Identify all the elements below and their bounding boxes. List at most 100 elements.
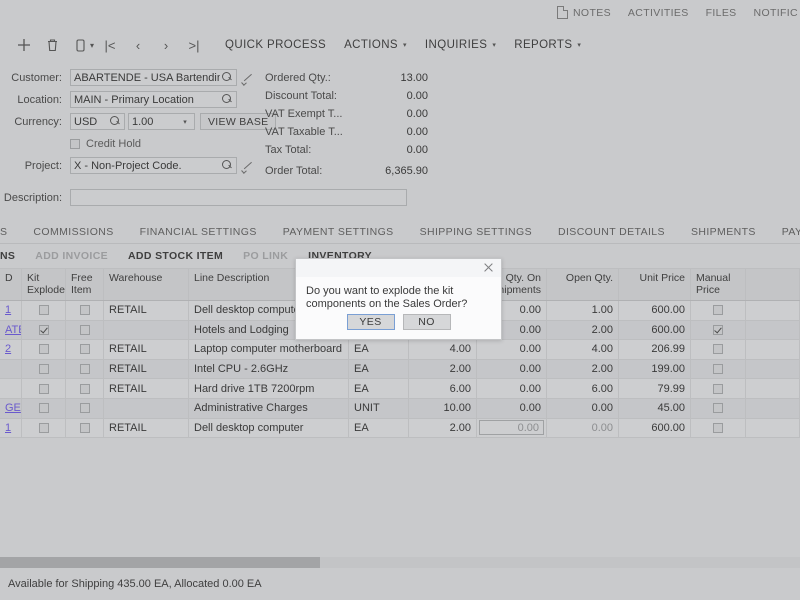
delete-record-button[interactable] (38, 31, 66, 59)
cell-spacer[interactable] (746, 320, 800, 340)
cell-qty-on-shipments[interactable]: 0.00 (477, 379, 547, 398)
search-icon[interactable] (222, 160, 233, 171)
table-row[interactable]: 2 RETAIL Laptop computer motherboard EA 4.00… (0, 340, 800, 360)
column-header-warehouse[interactable]: Warehouse (104, 269, 189, 300)
kit-exploded-checkbox[interactable] (38, 403, 49, 414)
tab-commissions[interactable]: COMMISSIONS (20, 226, 126, 238)
cell-manual-price[interactable] (691, 320, 746, 340)
first-record-button[interactable]: |< (96, 31, 124, 59)
cell-quantity[interactable]: 4.00 (409, 340, 477, 359)
cell-warehouse[interactable]: RETAIL (104, 359, 189, 379)
last-record-button[interactable]: >| (180, 31, 208, 59)
edit-pencil-icon[interactable] (242, 160, 254, 172)
cell-manual-price[interactable] (691, 301, 746, 320)
tab-discount-details[interactable]: DISCOUNT DETAILS (545, 226, 678, 238)
edit-pencil-icon[interactable] (242, 72, 254, 84)
cell-unit-price[interactable]: 600.00 (619, 320, 691, 340)
cell-free-item[interactable] (66, 359, 104, 379)
search-icon[interactable] (110, 116, 121, 127)
no-button[interactable]: NO (402, 314, 451, 331)
cell-free-item[interactable] (66, 418, 104, 438)
cell-kit-exploded[interactable] (22, 320, 66, 340)
cell-spacer[interactable] (746, 418, 800, 438)
add-record-button[interactable] (10, 31, 38, 59)
cell-inventory-id[interactable] (0, 379, 22, 398)
cell-inventory-id[interactable] (0, 359, 22, 379)
copy-dropdown-caret-icon[interactable]: ▾ (90, 41, 94, 50)
currency-code-input[interactable]: USD (70, 113, 125, 130)
tab-shipments[interactable]: SHIPMENTS (678, 226, 769, 238)
cell-unit-price[interactable]: 199.00 (619, 359, 691, 379)
tab-financial-settings[interactable]: FINANCIAL SETTINGS (127, 226, 270, 238)
cell-line-description[interactable]: Intel CPU - 2.6GHz (189, 359, 349, 379)
cell-kit-exploded[interactable] (22, 340, 66, 359)
cell-manual-price[interactable] (691, 398, 746, 418)
free-item-checkbox[interactable] (79, 403, 90, 414)
activities-link[interactable]: ACTIVITIES (628, 7, 689, 19)
free-item-checkbox[interactable] (79, 383, 90, 394)
notes-link[interactable]: NOTES (557, 6, 611, 19)
cell-warehouse[interactable] (104, 320, 189, 340)
cell-kit-exploded[interactable] (22, 418, 66, 438)
cell-manual-price[interactable] (691, 340, 746, 359)
tab-payments[interactable]: PAYMENTS (769, 226, 800, 238)
cell-qty-on-shipments[interactable]: 0.00 (477, 340, 547, 359)
cell-open-qty[interactable]: 0.00 (547, 398, 619, 418)
reports-menu[interactable]: REPORTS ▾ (505, 39, 590, 51)
tab-s[interactable]: S (0, 226, 20, 238)
tab-shipping-settings[interactable]: SHIPPING SETTINGS (407, 226, 545, 238)
column-header-manual-price[interactable]: Manual Price (691, 269, 746, 300)
cell-unit-price[interactable]: 600.00 (619, 301, 691, 320)
cell-inventory-id[interactable]: 1 (0, 301, 22, 320)
cell-spacer[interactable] (746, 301, 800, 320)
cell-quantity[interactable]: 6.00 (409, 379, 477, 398)
table-row[interactable]: 1 RETAIL Dell desktop computer EA 2.00 0.00 0.… (0, 418, 800, 439)
cell-inventory-id[interactable]: 1 (0, 418, 22, 438)
location-input[interactable]: MAIN - Primary Location (70, 91, 237, 108)
cell-warehouse[interactable]: RETAIL (104, 418, 189, 438)
cell-open-qty[interactable]: 0.00 (547, 418, 619, 438)
close-icon[interactable] (482, 261, 495, 274)
table-row[interactable]: GE Administrative Charges UNIT 10.00 0.00 0.0… (0, 398, 800, 419)
free-item-checkbox[interactable] (79, 364, 90, 375)
cell-free-item[interactable] (66, 398, 104, 418)
manual-price-checkbox[interactable] (713, 403, 723, 414)
column-header-kit-exploded[interactable]: Kit Exploded (22, 269, 66, 300)
cell-manual-price[interactable] (691, 379, 746, 398)
cell-unit-price[interactable]: 600.00 (619, 418, 691, 438)
cell-uom[interactable]: EA (349, 359, 409, 379)
cell-spacer[interactable] (746, 379, 800, 398)
cell-spacer[interactable] (746, 359, 800, 379)
cell-free-item[interactable] (66, 340, 104, 359)
cell-uom[interactable]: UNIT (349, 398, 409, 418)
cell-warehouse[interactable]: RETAIL (104, 379, 189, 398)
free-item-checkbox[interactable] (79, 344, 90, 355)
inventory-id-link[interactable]: 1 (5, 422, 11, 434)
yes-button[interactable]: YES (346, 314, 395, 331)
grid-action-po-link[interactable]: PO LINK (233, 250, 298, 262)
free-item-checkbox[interactable] (79, 324, 90, 335)
manual-price-checkbox[interactable] (713, 324, 723, 335)
kit-exploded-checkbox[interactable] (38, 364, 49, 375)
cell-kit-exploded[interactable] (22, 301, 66, 320)
grid-action-ns[interactable]: NS (0, 250, 25, 262)
currency-rate-input[interactable]: 1.00 ▾ (128, 113, 195, 130)
quick-process-button[interactable]: QUICK PROCESS (216, 39, 335, 51)
horizontal-scrollbar-thumb[interactable] (0, 557, 320, 568)
cell-kit-exploded[interactable] (22, 398, 66, 418)
cell-inventory-id[interactable]: ATE (0, 320, 22, 340)
cell-inventory-id[interactable]: 2 (0, 340, 22, 359)
cell-open-qty[interactable]: 1.00 (547, 301, 619, 320)
column-header-free-item[interactable]: Free Item (66, 269, 104, 300)
credit-hold-checkbox[interactable] (70, 138, 80, 149)
cell-unit-price[interactable]: 79.99 (619, 379, 691, 398)
free-item-checkbox[interactable] (79, 422, 90, 433)
search-icon[interactable] (222, 94, 233, 105)
column-header-open-qty-[interactable]: Open Qty. (547, 269, 619, 300)
cell-warehouse[interactable]: RETAIL (104, 301, 189, 320)
inquiries-menu[interactable]: INQUIRIES ▾ (416, 39, 505, 51)
cell-warehouse[interactable] (104, 398, 189, 418)
horizontal-scrollbar[interactable] (0, 557, 800, 568)
cell-kit-exploded[interactable] (22, 379, 66, 398)
cell-uom[interactable]: EA (349, 418, 409, 438)
